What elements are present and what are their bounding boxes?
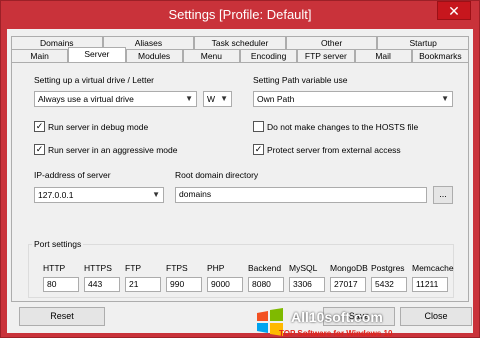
tab-main[interactable]: Main (11, 49, 69, 62)
chevron-down-icon: ▼ (152, 190, 160, 199)
drive-letter-value: W (207, 94, 216, 104)
ip-value: 127.0.0.1 (38, 190, 74, 200)
port-label-ftp: FTP (125, 263, 142, 273)
server-tab-page: Setting up a virtual drive / Letter Alwa… (11, 62, 469, 302)
ip-label: IP-address of server (34, 170, 111, 180)
port-input-http[interactable]: 80 (43, 277, 79, 292)
port-input-memcache[interactable]: 11211 (412, 277, 448, 292)
checkbox-check-icon: ✓ (34, 144, 45, 155)
port-label-mysql: MySQL (289, 263, 318, 273)
path-var-select[interactable]: Own Path ▼ (253, 91, 453, 107)
tab-bookmarks[interactable]: Bookmarks (411, 49, 469, 62)
settings-window: Settings [Profile: Default] ✕ Domains Al… (0, 0, 480, 338)
port-settings-title: Port settings (32, 239, 84, 249)
debug-mode-checkbox[interactable]: ✓ Run server in debug mode (34, 121, 148, 132)
checkbox-empty-icon (253, 121, 264, 132)
tab-mail[interactable]: Mail (354, 49, 412, 62)
port-label-memcache: Memcache (412, 263, 454, 273)
protect-label: Protect server from external access (267, 144, 401, 155)
virtual-drive-value: Always use a virtual drive (38, 94, 134, 104)
port-input-postgres[interactable]: 5432 (371, 277, 407, 292)
tab-other[interactable]: Other (285, 36, 378, 49)
port-input-ftps[interactable]: 990 (166, 277, 202, 292)
close-window-button[interactable]: ✕ (437, 1, 471, 20)
watermark-site: All10soft.com (291, 309, 383, 325)
port-label-http: HTTP (43, 263, 66, 273)
tab-encoding[interactable]: Encoding (240, 49, 298, 62)
debug-mode-label: Run server in debug mode (48, 121, 149, 132)
checkbox-check-icon: ✓ (253, 144, 264, 155)
root-dir-input[interactable]: domains (175, 187, 427, 203)
virtual-drive-label: Setting up a virtual drive / Letter (34, 75, 155, 85)
protect-checkbox[interactable]: ✓ Protect server from external access (253, 144, 401, 155)
chevron-down-icon: ▼ (441, 94, 449, 103)
port-label-mongodb: MongoDB (330, 263, 368, 273)
virtual-drive-select[interactable]: Always use a virtual drive ▼ (34, 91, 197, 107)
port-label-backend: Backend (248, 263, 282, 273)
chevron-down-icon: ▼ (185, 94, 193, 103)
tab-row-2: Main Server Modules Menu Encoding FTP se… (11, 47, 469, 62)
port-input-mysql[interactable]: 3306 (289, 277, 325, 292)
root-dir-label: Root domain directory (175, 170, 259, 180)
watermark-tagline: TOP Software for Windows 10 (279, 329, 393, 338)
chevron-down-icon: ▼ (220, 94, 228, 103)
port-label-postgres: Postgres (371, 263, 405, 273)
port-input-mongodb[interactable]: 27017 (330, 277, 366, 292)
client-area: Domains Aliases Task scheduler Other Sta… (7, 29, 473, 338)
tab-modules[interactable]: Modules (125, 49, 183, 62)
path-var-value: Own Path (257, 94, 295, 104)
tab-ftp-server[interactable]: FTP server (297, 49, 355, 62)
drive-letter-select[interactable]: W ▼ (203, 91, 232, 107)
port-input-php[interactable]: 9000 (207, 277, 243, 292)
title-bar[interactable]: Settings [Profile: Default] ✕ (1, 1, 479, 29)
window-title: Settings [Profile: Default] (168, 7, 312, 22)
aggressive-mode-checkbox[interactable]: ✓ Run server in an aggressive mode (34, 144, 177, 155)
port-input-ftp[interactable]: 21 (125, 277, 161, 292)
aggressive-mode-label: Run server in an aggressive mode (48, 144, 178, 155)
hosts-file-checkbox[interactable]: Do not make changes to the HOSTS file (253, 121, 418, 132)
tab-menu[interactable]: Menu (182, 49, 240, 62)
reset-button[interactable]: Reset (19, 307, 105, 326)
tab-task-scheduler[interactable]: Task scheduler (194, 36, 286, 49)
port-label-ftps: FTPS (166, 263, 188, 273)
port-input-backend[interactable]: 8080 (248, 277, 284, 292)
tab-startup[interactable]: Startup (377, 36, 469, 49)
ip-select[interactable]: 127.0.0.1 ▼ (34, 187, 164, 203)
checkbox-check-icon: ✓ (34, 121, 45, 132)
tab-server[interactable]: Server (68, 47, 126, 62)
hosts-file-label: Do not make changes to the HOSTS file (267, 121, 419, 132)
port-label-https: HTTPS (84, 263, 112, 273)
watermark: All10soft.com TOP Software for Windows 1… (255, 307, 473, 338)
browse-button[interactable]: ... (433, 186, 453, 204)
port-input-https[interactable]: 443 (84, 277, 120, 292)
path-var-label: Setting Path variable use (253, 75, 348, 85)
port-label-php: PHP (207, 263, 225, 273)
